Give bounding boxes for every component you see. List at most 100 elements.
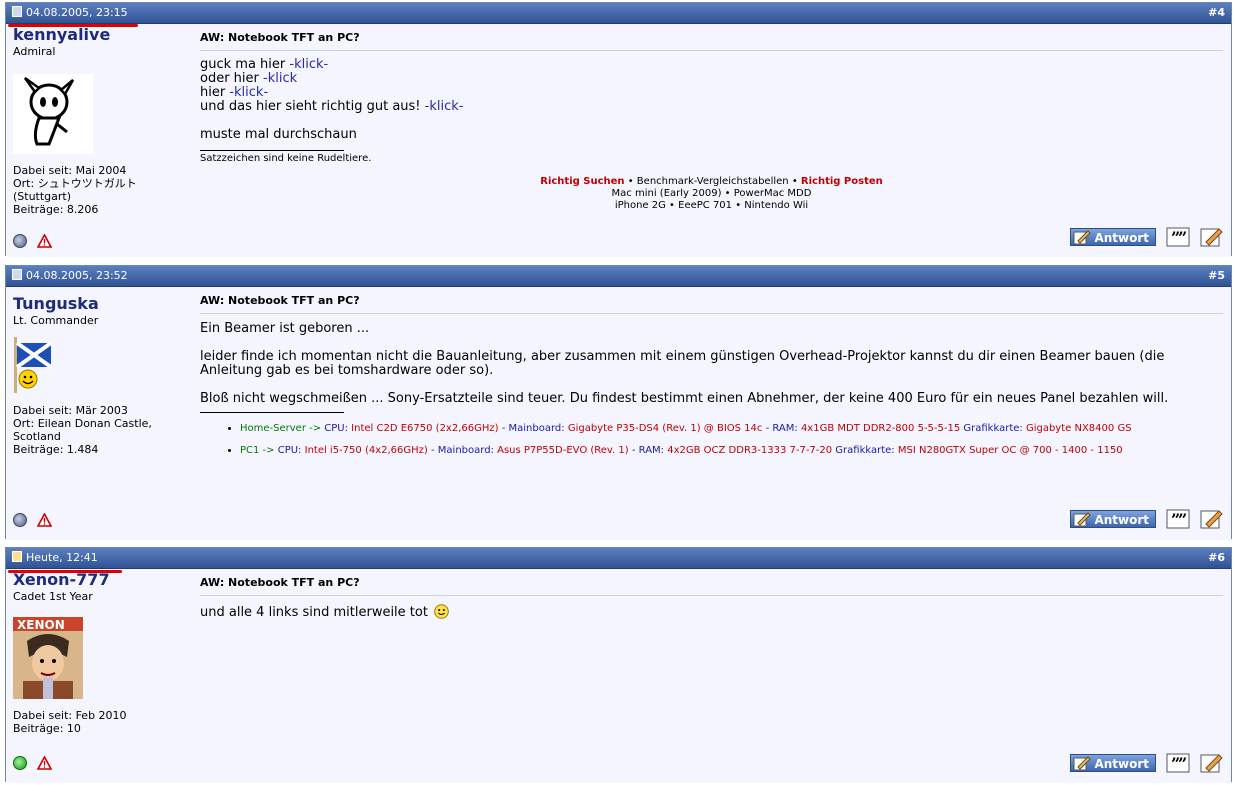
message-paragraph: Bloß nicht wegschmeißen ... Sony-Ersatzt… — [200, 391, 1169, 406]
signature-hardware-list: Home-Server -> CPU: Intel C2D E6750 (2x2… — [200, 423, 1223, 457]
message-paragraph: Ein Beamer ist geboren ... — [200, 321, 370, 336]
warning-icon[interactable] — [36, 513, 52, 527]
post-title: AW: Notebook TFT an PC? — [200, 287, 1223, 314]
avatar: XENON — [13, 617, 83, 702]
user-sidebar: Xenon-777 Cadet 1st Year XENON Dabei sei… — [6, 569, 194, 783]
annotation-underline — [8, 570, 122, 573]
signature-divider — [200, 150, 344, 151]
message-line: oder hier -klick — [200, 71, 298, 86]
status-row — [13, 756, 52, 770]
signature-links: Richtig Suchen • Benchmark-Vergleichstab… — [200, 176, 1223, 212]
pen-icon — [1073, 512, 1091, 527]
post-header: Heute, 12:41 #6 — [6, 548, 1231, 569]
hardware-item: PC1 -> CPU: Intel i5-750 (4x2,66GHz) - M… — [240, 445, 1223, 457]
post-actions: Antwort ”” — [1070, 227, 1223, 247]
signature-text: Satzzeichen sind keine Rudeltiere. — [200, 153, 372, 164]
post-content: AW: Notebook TFT an PC? guck ma hier -kl… — [194, 24, 1231, 257]
post-message: guck ma hier -klick- oder hier -klick hi… — [200, 58, 1223, 142]
message-line: hier -klick- — [200, 85, 269, 100]
message-line: guck ma hier -klick- — [200, 57, 329, 72]
post-message: und alle 4 links sind mitlerweile tot — [200, 604, 1223, 620]
hardware-item: Home-Server -> CPU: Intel C2D E6750 (2x2… — [240, 423, 1223, 435]
status-dot-icon — [13, 234, 27, 248]
username-link[interactable]: Tunguska — [13, 295, 194, 313]
status-row — [13, 234, 52, 248]
user-rank: Lt. Commander — [13, 314, 99, 327]
post-number-link[interactable]: #6 — [1208, 548, 1225, 568]
join-date: Dabei seit: Mai 2004 — [13, 164, 127, 177]
avatar — [13, 74, 93, 157]
status-row — [13, 513, 52, 527]
reply-button[interactable]: Antwort — [1070, 754, 1156, 772]
username-link[interactable]: kennyalive — [13, 26, 194, 44]
quote-icon[interactable]: ”” — [1166, 509, 1190, 529]
user-info: Dabei seit: Feb 2010 Beiträge: 10 — [13, 709, 127, 735]
status-dot-icon — [13, 513, 27, 527]
post-header: 04.08.2005, 23:52 #5 — [6, 266, 1231, 287]
svg-text:XENON: XENON — [17, 618, 65, 632]
user-info: Dabei seit: Mär 2003 Ort: Eilean Donan C… — [13, 404, 178, 456]
post-count: Beiträge: 8.206 — [13, 203, 99, 216]
user-rank: Admiral — [13, 45, 56, 58]
svg-text:”: ” — [1178, 510, 1187, 529]
klick-link[interactable]: -klick — [263, 71, 297, 86]
document-icon — [12, 269, 22, 280]
quote-icon[interactable]: ”” — [1166, 227, 1190, 247]
post-4: 04.08.2005, 23:15 #4 kennyalive Admiral — [5, 2, 1232, 257]
user-info: Dabei seit: Mai 2004 Ort: シュトウツトガルト (Stu… — [13, 164, 194, 216]
post-message: Ein Beamer ist geboren ... leider finde … — [200, 322, 1223, 406]
richtig-posten-link[interactable]: Richtig Posten — [801, 176, 883, 187]
user-rank: Cadet 1st Year — [13, 590, 93, 603]
svg-text:”: ” — [1178, 228, 1187, 247]
klick-link[interactable]: -klick- — [289, 57, 328, 72]
post-count: Beiträge: 1.484 — [13, 443, 99, 456]
post-actions: Antwort ”” — [1070, 753, 1223, 773]
avatar — [13, 337, 55, 396]
post-header: 04.08.2005, 23:15 #4 — [6, 3, 1231, 24]
post-title: AW: Notebook TFT an PC? — [200, 24, 1223, 51]
post-number-link[interactable]: #5 — [1208, 266, 1225, 286]
post-actions: Antwort ”” — [1070, 509, 1223, 529]
join-date: Dabei seit: Feb 2010 — [13, 709, 127, 722]
richtig-suchen-link[interactable]: Richtig Suchen — [540, 176, 624, 187]
svg-text:”: ” — [1178, 754, 1187, 773]
post-date: 04.08.2005, 23:15 — [12, 3, 128, 23]
user-location: Ort: Eilean Donan Castle, Scotland — [13, 417, 152, 443]
post-date: Heute, 12:41 — [12, 548, 98, 568]
username-link[interactable]: Xenon-777 — [13, 571, 194, 589]
document-icon — [12, 6, 22, 17]
user-sidebar: kennyalive Admiral Dabei seit: Mai 2004 … — [6, 24, 194, 257]
klick-link[interactable]: -klick- — [229, 85, 268, 100]
warning-icon[interactable] — [36, 234, 52, 248]
message-paragraph: leider finde ich momentan nicht die Baua… — [200, 349, 1165, 378]
klick-link[interactable]: -klick- — [425, 99, 464, 114]
post-date: 04.08.2005, 23:52 — [12, 266, 128, 286]
reply-button[interactable]: Antwort — [1070, 510, 1156, 528]
status-dot-icon — [13, 756, 27, 770]
signature-line: iPhone 2G • EeePC 701 • Nintendo Wii — [614, 200, 809, 211]
pen-icon — [1073, 756, 1091, 771]
post-count: Beiträge: 10 — [13, 722, 81, 735]
quote-icon[interactable]: ”” — [1166, 753, 1190, 773]
signature-line: Mac mini (Early 2009) • PowerMac MDD — [611, 188, 812, 199]
edit-icon[interactable] — [1199, 227, 1223, 247]
user-location: Ort: シュトウツトガルト (Stuttgart) — [13, 177, 137, 203]
new-document-icon — [12, 551, 22, 562]
signature-divider — [200, 412, 344, 413]
annotation-underline — [8, 24, 138, 27]
post-6: Heute, 12:41 #6 Xenon-777 Cadet 1st Year… — [5, 547, 1232, 783]
post-content: AW: Notebook TFT an PC? Ein Beamer ist g… — [194, 287, 1231, 540]
post-content: AW: Notebook TFT an PC? und alle 4 links… — [194, 569, 1231, 783]
pen-icon — [1073, 230, 1091, 245]
warning-icon[interactable] — [36, 756, 52, 770]
benchmark-link[interactable]: • Benchmark-Vergleichstabellen • — [625, 176, 801, 187]
message-line: und das hier sieht richtig gut aus! -kli… — [200, 99, 464, 114]
post-number-link[interactable]: #4 — [1208, 3, 1225, 23]
post-5: 04.08.2005, 23:52 #5 Tunguska Lt. Comman… — [5, 265, 1232, 540]
edit-icon[interactable] — [1199, 753, 1223, 773]
smiley-icon — [434, 604, 449, 619]
edit-icon[interactable] — [1199, 509, 1223, 529]
post-title: AW: Notebook TFT an PC? — [200, 569, 1223, 596]
user-sidebar: Tunguska Lt. Commander Dabei seit: Mär 2… — [6, 287, 194, 540]
reply-button[interactable]: Antwort — [1070, 228, 1156, 246]
